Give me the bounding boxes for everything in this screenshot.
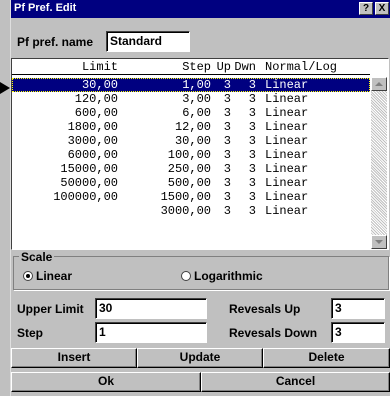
list-row[interactable]: 50000,00 500,00 3 3 Linear [12,176,370,190]
cell-step: 12,00 [174,120,211,134]
cell-dwn: 3 [248,204,256,218]
pref-name-label: Pf pref. name [17,35,94,49]
cell-limit: 15000,00 [60,162,118,176]
header-limit: Limit [81,60,118,74]
list-row[interactable]: 3000,00 3 3 Linear [12,204,370,218]
help-button[interactable]: ? [359,2,373,15]
cell-up: 3 [223,162,231,176]
list-row[interactable]: 6000,00 100,00 3 3 Linear [12,148,370,162]
cell-type: Linear [265,176,309,190]
limits-listbox[interactable]: Limit Step Up Dwn Normal/Log 30,00 1,00 3 3… [11,58,389,250]
cell-step: 6,00 [182,106,211,120]
cell-up: 3 [223,204,231,218]
title-bar[interactable]: Pf Pref. Edit ? X [11,0,390,18]
radio-unselected-icon [181,271,191,281]
cell-limit: 30,00 [81,78,118,92]
arrow-down-icon [375,240,383,244]
cell-type: Linear [265,204,309,218]
pointer-arrow-icon [0,82,10,94]
list-header: Limit Step Up Dwn Normal/Log [12,60,370,75]
cell-type: Linear [265,120,309,134]
cell-up: 3 [223,190,231,204]
cell-step: 250,00 [167,162,211,176]
cell-limit: 6000,00 [67,148,118,162]
cell-dwn: 3 [248,120,256,134]
cell-step: 100,00 [167,148,211,162]
cell-type: Linear [265,134,309,148]
cell-dwn: 3 [248,148,256,162]
cell-dwn: 3 [248,106,256,120]
arrow-up-icon [375,82,383,86]
cell-limit: 50000,00 [60,176,118,190]
cell-up: 3 [223,134,231,148]
cell-limit: 1800,00 [67,120,118,134]
cell-up: 3 [223,92,231,106]
scroll-up-button[interactable] [371,77,387,91]
cell-step: 500,00 [167,176,211,190]
list-row[interactable]: 600,00 6,00 3 3 Linear [12,106,370,120]
cell-step: 30,00 [174,134,211,148]
list-row[interactable]: 120,00 3,00 3 3 Linear [12,92,370,106]
cell-type: Linear [265,162,309,176]
cell-up: 3 [223,148,231,162]
header-dwn: Dwn [234,60,256,74]
reversals-down-label: Revesals Down [229,326,318,340]
step-field[interactable]: 1 [95,322,207,343]
delete-button[interactable]: Delete [263,348,390,368]
header-up: Up [216,60,231,74]
window-title: Pf Pref. Edit [14,2,77,14]
list-row[interactable]: 1800,00 12,00 3 3 Linear [12,120,370,134]
dialog-window: Pf Pref. Edit ? X Pf pref. name Standard… [10,0,390,396]
pref-name-field[interactable]: Standard [106,31,190,52]
cell-up: 3 [223,106,231,120]
cell-limit: 3000,00 [67,134,118,148]
header-type: Normal/Log [265,60,338,74]
cell-dwn: 3 [248,78,256,92]
close-button[interactable]: X [375,2,389,15]
cell-type: Linear [265,92,309,106]
cell-up: 3 [223,78,231,92]
insert-button[interactable]: Insert [11,348,137,368]
scale-group-title: Scale [19,250,55,264]
cell-type: Linear [265,148,309,162]
ok-button[interactable]: Ok [11,372,201,392]
cell-step: 1,00 [182,78,211,92]
cell-type: Linear [265,106,309,120]
cell-dwn: 3 [248,162,256,176]
scroll-down-button[interactable] [371,235,387,249]
cell-dwn: 3 [248,190,256,204]
list-scrollbar[interactable] [371,77,387,249]
cell-step: 3,00 [182,92,211,106]
cell-type: Linear [265,190,309,204]
radio-linear-label: Linear [36,269,73,283]
cell-limit: 100000,00 [53,190,118,204]
cell-step: 3000,00 [160,204,211,218]
cell-up: 3 [223,120,231,134]
upper-limit-label: Upper Limit [17,302,84,316]
list-row[interactable]: 15000,00 250,00 3 3 Linear [12,162,370,176]
step-label: Step [17,326,44,340]
cell-limit: 600,00 [74,106,118,120]
reversals-up-label: Revesals Up [229,302,301,316]
list-row[interactable]: 100000,00 1500,00 3 3 Linear [12,190,370,204]
radio-selected-icon [23,271,33,281]
list-row[interactable]: 30,00 1,00 3 3 Linear [12,78,370,92]
reversals-down-field[interactable]: 3 [331,322,385,343]
header-step: Step [182,60,211,74]
reversals-up-field[interactable]: 3 [331,298,385,319]
upper-limit-field[interactable]: 30 [95,298,207,319]
radio-linear[interactable]: Linear [23,269,72,283]
radio-logarithmic[interactable]: Logarithmic [181,269,263,283]
list-row[interactable]: 3000,00 30,00 3 3 Linear [12,134,370,148]
cell-step: 1500,00 [160,190,211,204]
update-button[interactable]: Update [137,348,263,368]
cell-dwn: 3 [248,134,256,148]
cell-dwn: 3 [248,92,256,106]
cell-up: 3 [223,176,231,190]
radio-logarithmic-label: Logarithmic [194,269,263,283]
cell-limit: 120,00 [74,92,118,106]
cancel-button[interactable]: Cancel [201,372,390,392]
cell-dwn: 3 [248,176,256,190]
cell-type: Linear [265,78,309,92]
